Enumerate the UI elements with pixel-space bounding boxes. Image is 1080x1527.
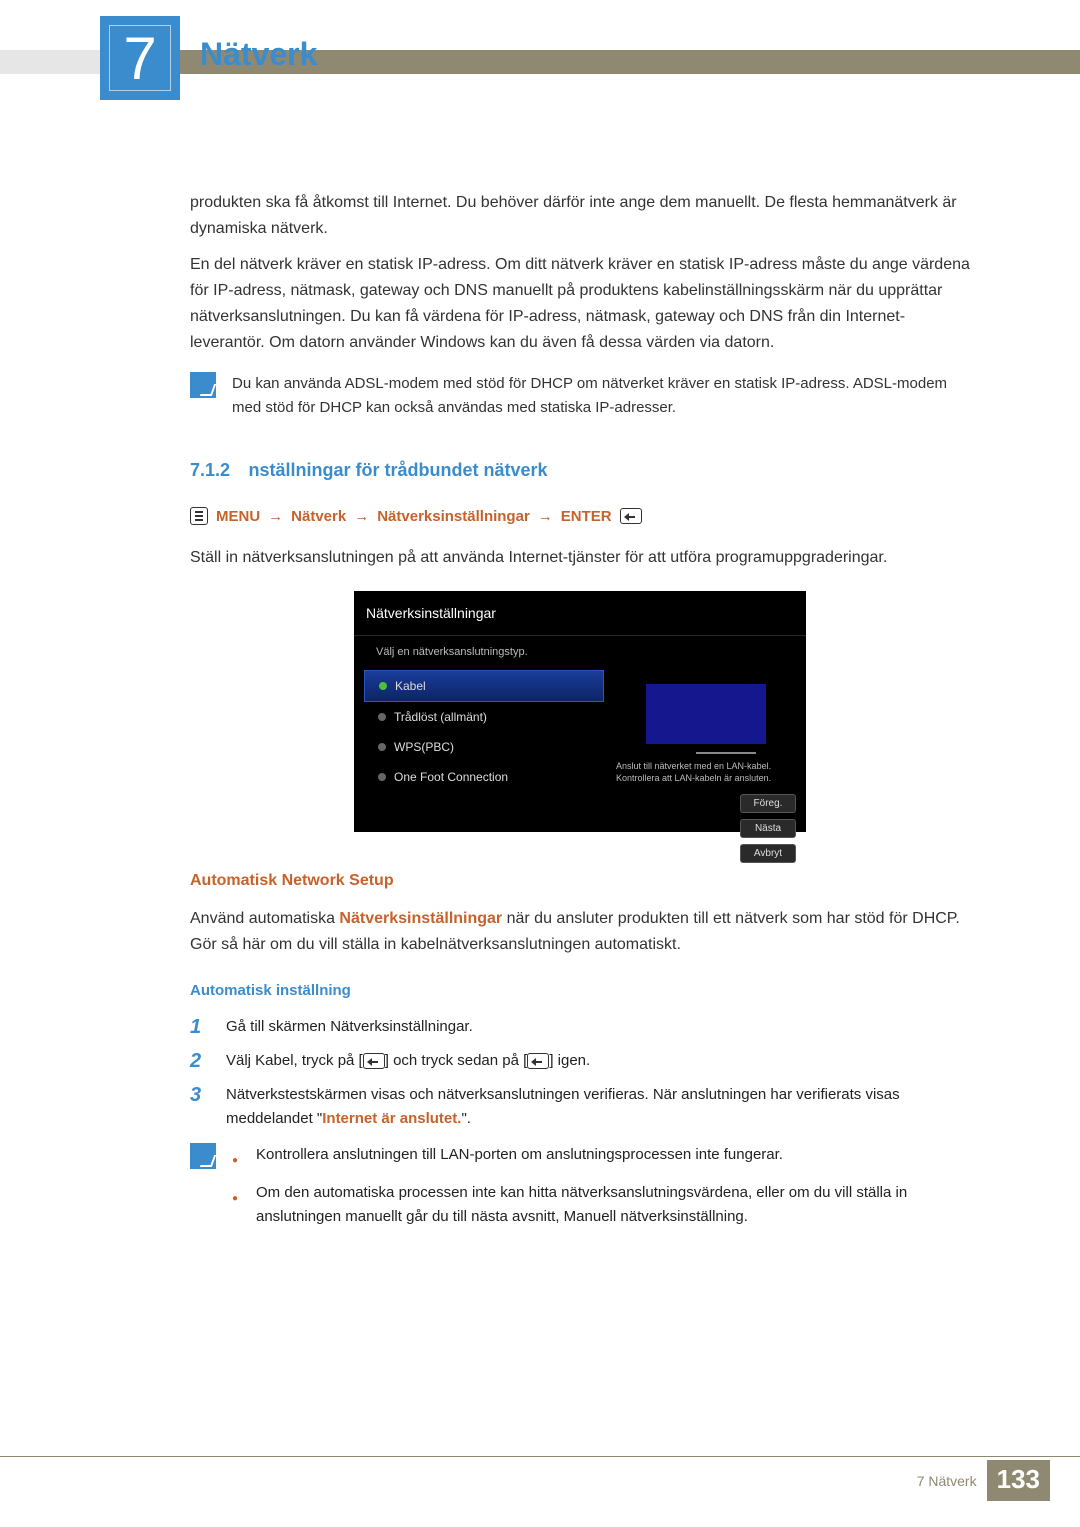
text: ] igen. [549, 1052, 590, 1069]
bullet-icon: ● [232, 1181, 242, 1229]
section-title: nställningar för trådbundet nätverk [249, 460, 548, 480]
enter-icon [527, 1053, 549, 1069]
step-1: 1 Gå till skärmen Nätverksinställningar. [190, 1015, 970, 1039]
step-number: 1 [190, 1015, 210, 1039]
text: Välj Kabel, tryck på [ [226, 1052, 363, 1069]
intro-paragraph-2: En del nätverk kräver en statisk IP-adre… [190, 252, 970, 356]
ui-illustration [646, 684, 766, 744]
step-text: Gå till skärmen Nätverksinställningar. [226, 1015, 473, 1039]
step-3: 3 Nätverkstestskärmen visas och nätverks… [190, 1083, 970, 1131]
bullet-icon: ● [232, 1143, 242, 1173]
radio-icon [378, 773, 386, 781]
lead-paragraph: Ställ in nätverksanslutningen på att anv… [190, 545, 970, 571]
ui-cancel-button[interactable]: Avbryt [740, 844, 796, 863]
bullet-1: ● Kontrollera anslutningen till LAN-port… [232, 1143, 970, 1173]
subheading-auto-setup: Automatisk Network Setup [190, 872, 970, 890]
enter-icon [620, 508, 642, 524]
ui-option-wps[interactable]: WPS(PBC) [364, 732, 604, 762]
text: ". [461, 1110, 471, 1127]
radio-icon [378, 713, 386, 721]
nav-step-2: Nätverksinställningar [377, 508, 530, 525]
page-footer: 7 Nätverk 133 [917, 1460, 1050, 1501]
page-number: 133 [987, 1460, 1050, 1501]
header-grey-bar [0, 50, 100, 74]
keyword: Internet är anslutet. [322, 1110, 461, 1127]
note-icon [190, 372, 216, 398]
text: ] och tryck sedan på [ [385, 1052, 528, 1069]
bullet-text: Kontrollera anslutningen till LAN-porten… [256, 1143, 783, 1173]
radio-selected-icon [379, 682, 387, 690]
ui-subtitle: Välj en nätverksanslutningstyp. [364, 636, 796, 670]
menu-icon [190, 507, 208, 525]
enter-icon [363, 1053, 385, 1069]
ui-option-label: One Foot Connection [394, 770, 508, 784]
auto-paragraph: Använd automatiska Nätverksinställningar… [190, 906, 970, 958]
bullet-2: ● Om den automatiska processen inte kan … [232, 1181, 970, 1229]
note-block: Du kan använda ADSL-modem med stöd för D… [190, 372, 970, 420]
ui-screenshot: Nätverksinställningar Välj en nätverksan… [354, 591, 806, 832]
ui-description: Anslut till nätverket med en LAN-kabel. … [616, 754, 796, 794]
bullet-text: Om den automatiska processen inte kan hi… [256, 1181, 970, 1229]
chapter-title: Nätverk [200, 36, 317, 73]
footer-rule [0, 1456, 1080, 1457]
nav-menu: MENU [216, 508, 260, 525]
step-text: Nätverkstestskärmen visas och nätverksan… [226, 1083, 970, 1131]
nav-step-1: Nätverk [291, 508, 346, 525]
ui-option-onefoot[interactable]: One Foot Connection [364, 762, 604, 792]
arrow-icon: → [538, 508, 553, 525]
ui-option-label: Kabel [395, 679, 426, 693]
section-heading: 7.1.2 nställningar för trådbundet nätver… [190, 460, 970, 481]
nav-enter: ENTER [561, 508, 612, 525]
text: Använd automatiska [190, 910, 339, 927]
step-2: 2 Välj Kabel, tryck på [ ] och tryck seda… [190, 1049, 970, 1073]
subheading-auto-config: Automatisk inställning [190, 982, 970, 999]
arrow-icon: → [268, 508, 283, 525]
intro-paragraph-1: produkten ska få åtkomst till Internet. … [190, 190, 970, 242]
ui-option-label: Trådlöst (allmänt) [394, 710, 487, 724]
note-text: Du kan använda ADSL-modem med stöd för D… [232, 372, 970, 420]
chapter-number-box: 7 [100, 16, 180, 100]
ui-option-wireless[interactable]: Trådlöst (allmänt) [364, 702, 604, 732]
ui-title: Nätverksinställningar [354, 599, 806, 636]
step-number: 3 [190, 1083, 210, 1131]
ui-next-button[interactable]: Nästa [740, 819, 796, 838]
step-number: 2 [190, 1049, 210, 1073]
keyword: Nätverksinställningar [339, 910, 502, 927]
ui-option-label: WPS(PBC) [394, 740, 454, 754]
ui-prev-button[interactable]: Föreg. [740, 794, 796, 813]
section-number: 7.1.2 [190, 460, 230, 480]
step-text: Välj Kabel, tryck på [ ] och tryck sedan … [226, 1049, 590, 1073]
arrow-icon: → [354, 508, 369, 525]
ui-option-kabel[interactable]: Kabel [364, 670, 604, 702]
chapter-header: 7 [0, 50, 1080, 90]
footer-label: 7 Nätverk [917, 1473, 977, 1489]
menu-path: MENU → Nätverk → Nätverksinställningar →… [190, 507, 970, 525]
note-bullets: ● Kontrollera anslutningen till LAN-port… [190, 1143, 970, 1237]
note-icon [190, 1143, 216, 1169]
radio-icon [378, 743, 386, 751]
chapter-number: 7 [123, 24, 156, 93]
